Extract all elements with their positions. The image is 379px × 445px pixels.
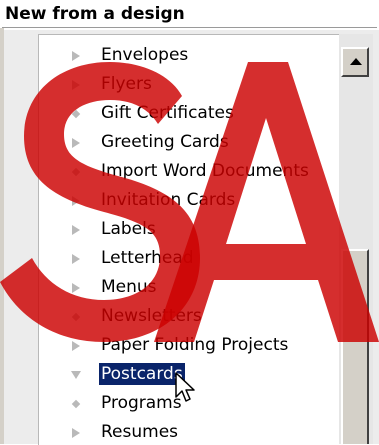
expand-arrow-icon[interactable] xyxy=(71,341,81,351)
list-item-import-word-documents[interactable]: Import Word Documents xyxy=(39,157,339,186)
list-item-label: Programs xyxy=(101,393,182,413)
list-item-label: Gift Certificates xyxy=(101,103,234,123)
list-item-label: Greeting Cards xyxy=(101,132,229,152)
expand-arrow-icon[interactable] xyxy=(71,225,81,235)
vertical-scrollbar[interactable] xyxy=(339,34,373,444)
expand-arrow-icon[interactable] xyxy=(71,254,81,264)
list-item-menus[interactable]: Menus xyxy=(39,273,339,302)
list-item-newsletters[interactable]: Newsletters xyxy=(39,302,339,331)
panel-title: New from a design xyxy=(5,4,185,24)
panel-header: New from a design xyxy=(0,0,379,28)
diamond-icon xyxy=(71,109,81,119)
diamond-icon xyxy=(71,167,81,177)
list-item-letterhead[interactable]: Letterhead xyxy=(39,244,339,273)
list-item-resumes[interactable]: Resumes xyxy=(39,418,339,445)
header-divider xyxy=(2,27,377,28)
list-item-label: Newsletters xyxy=(101,306,202,326)
list-item-label: Import Word Documents xyxy=(101,161,309,181)
list-item-label: Menus xyxy=(101,277,157,297)
scroll-thumb[interactable] xyxy=(341,249,369,444)
list-item-envelopes[interactable]: Envelopes xyxy=(39,41,339,70)
list-item-label: Paper Folding Projects xyxy=(101,335,289,355)
list-item-greeting-cards[interactable]: Greeting Cards xyxy=(39,128,339,157)
expand-arrow-icon[interactable] xyxy=(71,428,81,438)
list-item-flyers[interactable]: Flyers xyxy=(39,70,339,99)
mouse-pointer-icon xyxy=(175,372,195,402)
expand-arrow-icon[interactable] xyxy=(71,80,81,90)
diamond-icon xyxy=(71,399,81,409)
list-item-label: Flyers xyxy=(101,74,152,94)
list-item-invitation-cards[interactable]: Invitation Cards xyxy=(39,186,339,215)
panel-edge xyxy=(0,28,4,444)
scroll-up-button[interactable] xyxy=(341,47,369,77)
list-item-labels[interactable]: Labels xyxy=(39,215,339,244)
arrow-up-icon xyxy=(350,58,362,65)
diamond-icon xyxy=(71,312,81,322)
list-item-label: Envelopes xyxy=(101,45,189,65)
list-item-label: Postcards xyxy=(98,362,186,386)
list-item-label: Resumes xyxy=(101,422,179,442)
expand-arrow-icon[interactable] xyxy=(71,196,81,206)
expand-arrow-icon[interactable] xyxy=(71,283,81,293)
list-item-label: Invitation Cards xyxy=(101,190,236,210)
list-item-gift-certificates[interactable]: Gift Certificates xyxy=(39,99,339,128)
collapse-arrow-icon[interactable] xyxy=(71,370,81,380)
expand-arrow-icon[interactable] xyxy=(71,138,81,148)
list-item-paper-folding-projects[interactable]: Paper Folding Projects xyxy=(39,331,339,360)
expand-arrow-icon[interactable] xyxy=(71,51,81,61)
list-item-label: Letterhead xyxy=(101,248,194,268)
list-item-label: Labels xyxy=(101,219,156,239)
